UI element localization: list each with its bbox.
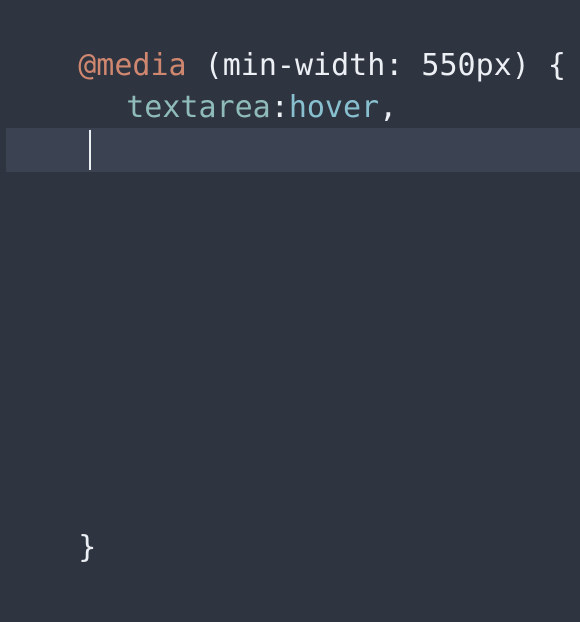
code-editor[interactable]: @media (min-width: 550px) { textarea:hov…: [0, 0, 580, 622]
code-line-3: select:hover {: [6, 85, 580, 168]
close-brace: }: [78, 530, 97, 565]
code-line-closing: }: [6, 482, 580, 565]
code-line-1: @media (min-width: 550px) {: [6, 0, 580, 83]
current-line[interactable]: [6, 128, 580, 172]
text-cursor: [89, 130, 91, 170]
code-line-2: textarea:hover,: [6, 42, 580, 125]
